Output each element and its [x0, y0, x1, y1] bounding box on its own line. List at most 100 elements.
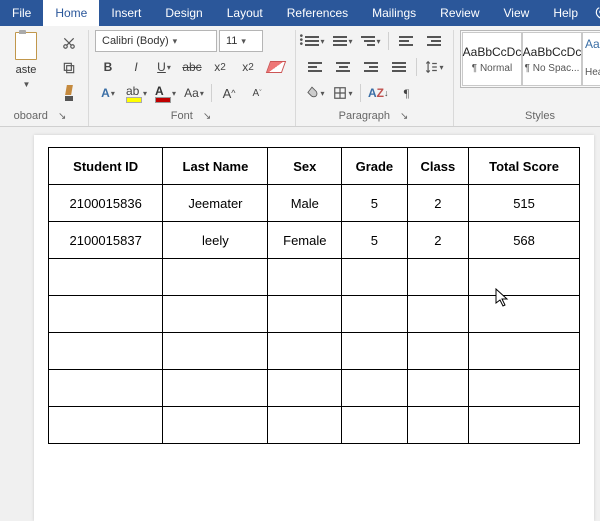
tab-design[interactable]: Design	[153, 0, 214, 26]
table-row[interactable]: 2100015837leelyFemale52568	[49, 222, 580, 259]
table-header[interactable]: Total Score	[469, 148, 580, 185]
font-name-combo[interactable]: Calibri (Body) ▾	[95, 30, 217, 52]
subscript-button[interactable]: x2	[207, 56, 233, 78]
multilevel-list-button[interactable]: ▾	[358, 30, 384, 52]
tab-references[interactable]: References	[275, 0, 360, 26]
table-cell[interactable]: 2100015836	[49, 185, 163, 222]
table-cell[interactable]	[268, 370, 342, 407]
table-header[interactable]: Student ID	[49, 148, 163, 185]
superscript-button[interactable]: x2	[235, 56, 261, 78]
table-cell[interactable]	[469, 296, 580, 333]
text-effects-button[interactable]: A▾	[95, 82, 121, 104]
table-cell[interactable]	[407, 296, 468, 333]
change-case-button[interactable]: Aa▾	[181, 82, 207, 104]
bold-button[interactable]: B	[95, 56, 121, 78]
borders-button[interactable]: ▾	[330, 82, 356, 104]
table-cell[interactable]	[342, 333, 408, 370]
font-dialog-launcher[interactable]: ↘	[201, 111, 213, 122]
styles-gallery[interactable]: AaBbCcDc ¶ Normal AaBbCcDc ¶ No Spac... …	[460, 30, 600, 88]
table-cell[interactable]	[407, 259, 468, 296]
table-cell[interactable]	[407, 333, 468, 370]
paragraph-dialog-launcher[interactable]: ↘	[398, 111, 410, 122]
strikethrough-button[interactable]: abc	[179, 56, 205, 78]
table-cell[interactable]	[163, 407, 268, 444]
table-cell[interactable]	[469, 333, 580, 370]
tab-help[interactable]: Help	[541, 0, 590, 26]
align-left-button[interactable]	[302, 56, 328, 78]
highlight-button[interactable]: ab ▾	[123, 82, 150, 104]
table-cell[interactable]	[49, 259, 163, 296]
tab-layout[interactable]: Layout	[215, 0, 275, 26]
table-cell[interactable]	[342, 407, 408, 444]
table-cell[interactable]	[342, 296, 408, 333]
student-table[interactable]: Student ID Last Name Sex Grade Class Tot…	[48, 147, 580, 444]
table-row[interactable]	[49, 259, 580, 296]
table-cell[interactable]	[342, 370, 408, 407]
table-cell[interactable]: 568	[469, 222, 580, 259]
style-no-spacing[interactable]: AaBbCcDc ¶ No Spac...	[522, 32, 582, 86]
table-cell[interactable]	[49, 296, 163, 333]
table-cell[interactable]	[268, 296, 342, 333]
tab-view[interactable]: View	[492, 0, 542, 26]
document-page[interactable]: Student ID Last Name Sex Grade Class Tot…	[34, 135, 594, 521]
table-cell[interactable]	[469, 259, 580, 296]
sort-button[interactable]: AZ↓	[365, 82, 392, 104]
table-cell[interactable]: 2100015837	[49, 222, 163, 259]
style-normal[interactable]: AaBbCcDc ¶ Normal	[462, 32, 522, 86]
table-cell[interactable]	[342, 259, 408, 296]
table-cell[interactable]: 2	[407, 185, 468, 222]
tab-insert[interactable]: Insert	[99, 0, 153, 26]
shrink-font-button[interactable]: Aˇ	[244, 82, 270, 104]
table-cell[interactable]	[163, 370, 268, 407]
grow-font-button[interactable]: A^	[216, 82, 242, 104]
table-cell[interactable]	[163, 333, 268, 370]
cut-button[interactable]	[56, 32, 82, 54]
table-cell[interactable]: 2	[407, 222, 468, 259]
table-cell[interactable]	[407, 407, 468, 444]
table-cell[interactable]: 5	[342, 185, 408, 222]
show-hide-button[interactable]: ¶	[394, 82, 420, 104]
table-cell[interactable]	[268, 333, 342, 370]
table-row[interactable]	[49, 296, 580, 333]
table-header[interactable]: Class	[407, 148, 468, 185]
numbering-button[interactable]: ▾	[330, 30, 356, 52]
table-cell[interactable]	[407, 370, 468, 407]
bullets-button[interactable]: ▾	[302, 30, 328, 52]
table-cell[interactable]: leely	[163, 222, 268, 259]
italic-button[interactable]: I	[123, 56, 149, 78]
clear-formatting-button[interactable]	[263, 56, 289, 78]
tab-file[interactable]: File	[0, 0, 43, 26]
table-cell[interactable]	[163, 296, 268, 333]
table-row[interactable]	[49, 407, 580, 444]
line-spacing-button[interactable]: ▾	[421, 56, 447, 78]
table-cell[interactable]	[469, 407, 580, 444]
table-cell[interactable]	[49, 407, 163, 444]
underline-button[interactable]: U▾	[151, 56, 177, 78]
table-header-row[interactable]: Student ID Last Name Sex Grade Class Tot…	[49, 148, 580, 185]
table-header[interactable]: Grade	[342, 148, 408, 185]
tab-review[interactable]: Review	[428, 0, 491, 26]
clipboard-dialog-launcher[interactable]: ↘	[56, 111, 68, 122]
align-center-button[interactable]	[330, 56, 356, 78]
increase-indent-button[interactable]	[421, 30, 447, 52]
tell-me-icon[interactable]	[594, 0, 600, 26]
table-row[interactable]	[49, 333, 580, 370]
table-header[interactable]: Last Name	[163, 148, 268, 185]
chevron-down-icon[interactable]: ▼	[23, 80, 31, 89]
table-cell[interactable]: 515	[469, 185, 580, 222]
table-cell[interactable]: Female	[268, 222, 342, 259]
paste-icon[interactable]	[15, 32, 37, 60]
decrease-indent-button[interactable]	[393, 30, 419, 52]
table-cell[interactable]	[49, 333, 163, 370]
align-right-button[interactable]	[358, 56, 384, 78]
style-heading1[interactable]: AaB Head	[582, 32, 600, 86]
table-cell[interactable]: Male	[268, 185, 342, 222]
paste-button[interactable]: aste	[16, 64, 37, 76]
tab-home[interactable]: Home	[43, 0, 99, 26]
tab-mailings[interactable]: Mailings	[360, 0, 428, 26]
justify-button[interactable]	[386, 56, 412, 78]
format-painter-button[interactable]	[56, 82, 82, 104]
table-cell[interactable]	[268, 259, 342, 296]
table-cell[interactable]: 5	[342, 222, 408, 259]
copy-button[interactable]	[56, 57, 82, 79]
